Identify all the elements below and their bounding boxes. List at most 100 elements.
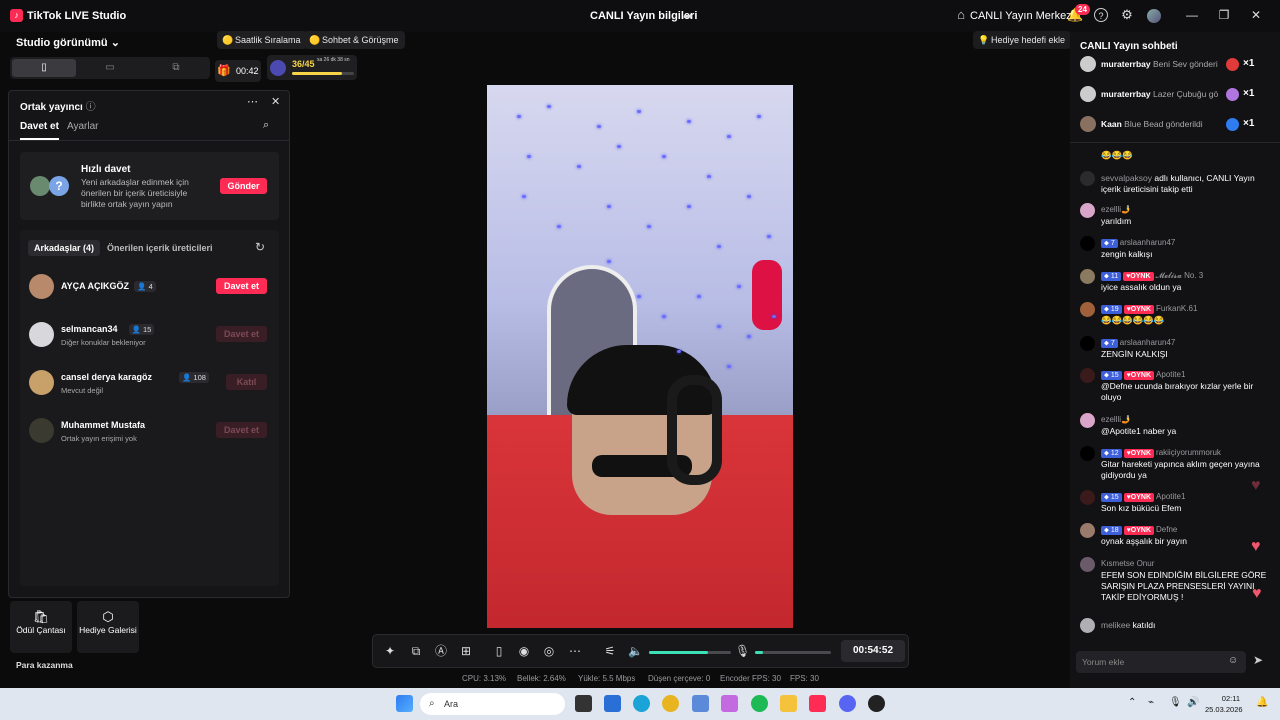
share-icon[interactable]: ➦ — [683, 9, 693, 23]
comment-input[interactable]: Yorum ekle — [1076, 651, 1246, 673]
split-mode-icon[interactable]: ⧉ — [144, 59, 208, 77]
gift-row: muraterrbay Beni Sev gönderi ×1 — [1080, 55, 1275, 75]
effects-icon[interactable]: ⧉ — [409, 644, 423, 658]
gift-multiplier: ×1 — [1243, 58, 1255, 69]
reward-bag-button[interactable]: 🛍 Ödül Çantası — [10, 601, 72, 653]
speaker-icon[interactable]: 🔈 — [628, 644, 643, 658]
gift-gallery-button[interactable]: ⬡ Hediye Galerisi — [77, 601, 139, 653]
avatar[interactable] — [1147, 9, 1161, 23]
view-mode-selector[interactable]: ▯ ▭ ⧉ — [10, 57, 210, 79]
more-options-icon[interactable]: ⋯ — [568, 644, 582, 658]
tab-settings[interactable]: Ayarlar — [67, 121, 99, 132]
gear-icon[interactable]: ⚙ — [1120, 8, 1134, 22]
gift-goal-button[interactable]: 💡 Hediye hedefi ekle — [973, 31, 1072, 49]
chevron-up-icon[interactable]: ⌃ — [1128, 697, 1136, 708]
encoder-fps-stat: Encoder FPS: 30 — [720, 674, 781, 683]
invite-button[interactable]: Davet et — [216, 326, 267, 342]
taskbar: ⌕ Ara ⌃ ⌁ 🎙 🔊 02:11 25.03.2026 🔔 — [0, 688, 1280, 720]
task-view-icon[interactable] — [575, 695, 592, 712]
follower-count: 👤 4 — [134, 281, 156, 292]
send-button[interactable]: Gönder — [220, 178, 267, 194]
home-icon[interactable]: ⌂ — [954, 8, 968, 22]
level-badge: ⬥ 11 — [1101, 272, 1122, 281]
microphone-icon[interactable]: 🎙 — [735, 644, 750, 658]
invite-button[interactable]: Davet et — [216, 422, 267, 438]
fan-badge: ♥OYNK — [1123, 305, 1155, 314]
add-source-icon[interactable]: ⊞ — [459, 644, 473, 658]
friend-status: Ortak yayın erişimi yok — [61, 434, 137, 443]
magic-wand-icon[interactable]: ✦ — [383, 644, 397, 658]
ai-icon[interactable]: Ⓐ — [434, 644, 448, 658]
live-center-button[interactable]: CANLI Yayın Merkezi — [970, 10, 1074, 22]
search-icon[interactable]: ⌕ — [263, 119, 269, 132]
invite-button[interactable]: Davet et — [216, 278, 267, 294]
outlook-icon[interactable] — [604, 695, 621, 712]
help-icon[interactable]: ? — [1094, 8, 1108, 22]
follower-count: 👤 108 — [179, 372, 209, 383]
fan-badge: ♥OYNK — [1123, 526, 1155, 535]
notifications-icon[interactable]: 🔔 — [1256, 697, 1268, 708]
record-icon[interactable]: ◉ — [517, 644, 531, 658]
copilot-icon[interactable] — [721, 695, 738, 712]
avatar — [1080, 56, 1096, 72]
studio-view-dropdown[interactable]: Studio görünümü ⌄ — [16, 36, 120, 49]
goal-progress[interactable]: 36/45 sa 26 dk 38 sn — [267, 55, 357, 80]
chat-meet-button[interactable]: 🟡 Sohbet & Görüşme — [304, 31, 405, 49]
avatar — [1080, 413, 1095, 428]
divider — [9, 140, 289, 141]
volume-tray-icon[interactable]: 🔊 — [1187, 697, 1199, 708]
light-dot — [747, 335, 751, 338]
invite-button[interactable]: Katıl — [226, 374, 267, 390]
close-panel-icon[interactable]: ✕ — [271, 95, 280, 108]
chrome-icon[interactable] — [662, 695, 679, 712]
tiktok-app-icon[interactable] — [809, 695, 826, 712]
file-explorer-icon[interactable] — [780, 695, 797, 712]
message-text: zengin kalkışı — [1101, 249, 1153, 259]
refresh-icon[interactable]: ↻ — [255, 240, 265, 254]
taskbar-search[interactable]: ⌕ Ara — [420, 693, 565, 715]
light-dot — [527, 155, 531, 158]
obs-icon[interactable] — [868, 695, 885, 712]
level-badge: ⬥ 7 — [1101, 339, 1118, 348]
light-dot — [717, 245, 721, 248]
settings-app-icon[interactable] — [692, 695, 709, 712]
level-badge: ⬥ 15 — [1101, 493, 1122, 502]
light-dot — [662, 315, 666, 318]
tab-invite[interactable]: Davet et — [20, 121, 59, 140]
cohost-panel: Ortak yayıncı ⓘ ⋯ ✕ Davet et Ayarlar ⌕ ?… — [8, 90, 290, 598]
light-dot — [662, 155, 666, 158]
mic-slider[interactable] — [755, 651, 831, 654]
send-icon[interactable]: ➤ — [1253, 653, 1263, 667]
more-icon[interactable]: ⋯ — [247, 95, 258, 108]
minimize-icon[interactable]: — — [1185, 8, 1199, 22]
hourly-ranking-button[interactable]: 🟡 Saatlik Sıralama — [217, 31, 307, 49]
emoji-icon[interactable]: ☺ — [1228, 655, 1238, 666]
mic-tray-icon[interactable]: 🎙 — [1169, 697, 1182, 708]
avatar — [1080, 368, 1095, 383]
mixer-icon[interactable]: ⚟ — [603, 644, 617, 658]
tab-suggested[interactable]: Önerilen içerik üreticileri — [107, 243, 213, 253]
clock[interactable]: 02:11 25.03.2026 — [1205, 693, 1243, 715]
goal-time: sa 26 dk 38 sn — [317, 57, 350, 63]
friend-status: Diğer konuklar bekleniyor — [61, 338, 146, 347]
gift-timer[interactable]: 🎁 00:42 — [215, 60, 261, 82]
message-author: melikee — [1101, 620, 1133, 630]
live-info-title[interactable]: CANLI Yayın bilgileri — [590, 10, 697, 22]
volume-slider[interactable] — [649, 651, 731, 654]
elapsed-timer: 00:54:52 — [841, 640, 905, 662]
tab-friends[interactable]: Arkadaşlar (4) — [28, 240, 101, 256]
maximize-icon[interactable]: ❐ — [1217, 8, 1231, 22]
discord-icon[interactable] — [839, 695, 856, 712]
network-icon[interactable]: ⌁ — [1148, 697, 1154, 708]
goal-bar — [292, 72, 354, 75]
focus-icon[interactable]: ◎ — [542, 644, 556, 658]
phone-icon[interactable]: ▯ — [492, 644, 506, 658]
landscape-mode-icon[interactable]: ▭ — [78, 59, 142, 77]
close-icon[interactable]: ✕ — [1249, 8, 1263, 22]
portrait-mode-icon[interactable]: ▯ — [12, 59, 76, 77]
windows-start-icon[interactable] — [396, 695, 413, 712]
gift-text: muraterrbay Lazer Çubuğu gö — [1101, 89, 1219, 99]
spotify-icon[interactable] — [751, 695, 768, 712]
edge-icon[interactable] — [633, 695, 650, 712]
info-icon[interactable]: ⓘ — [86, 102, 96, 113]
